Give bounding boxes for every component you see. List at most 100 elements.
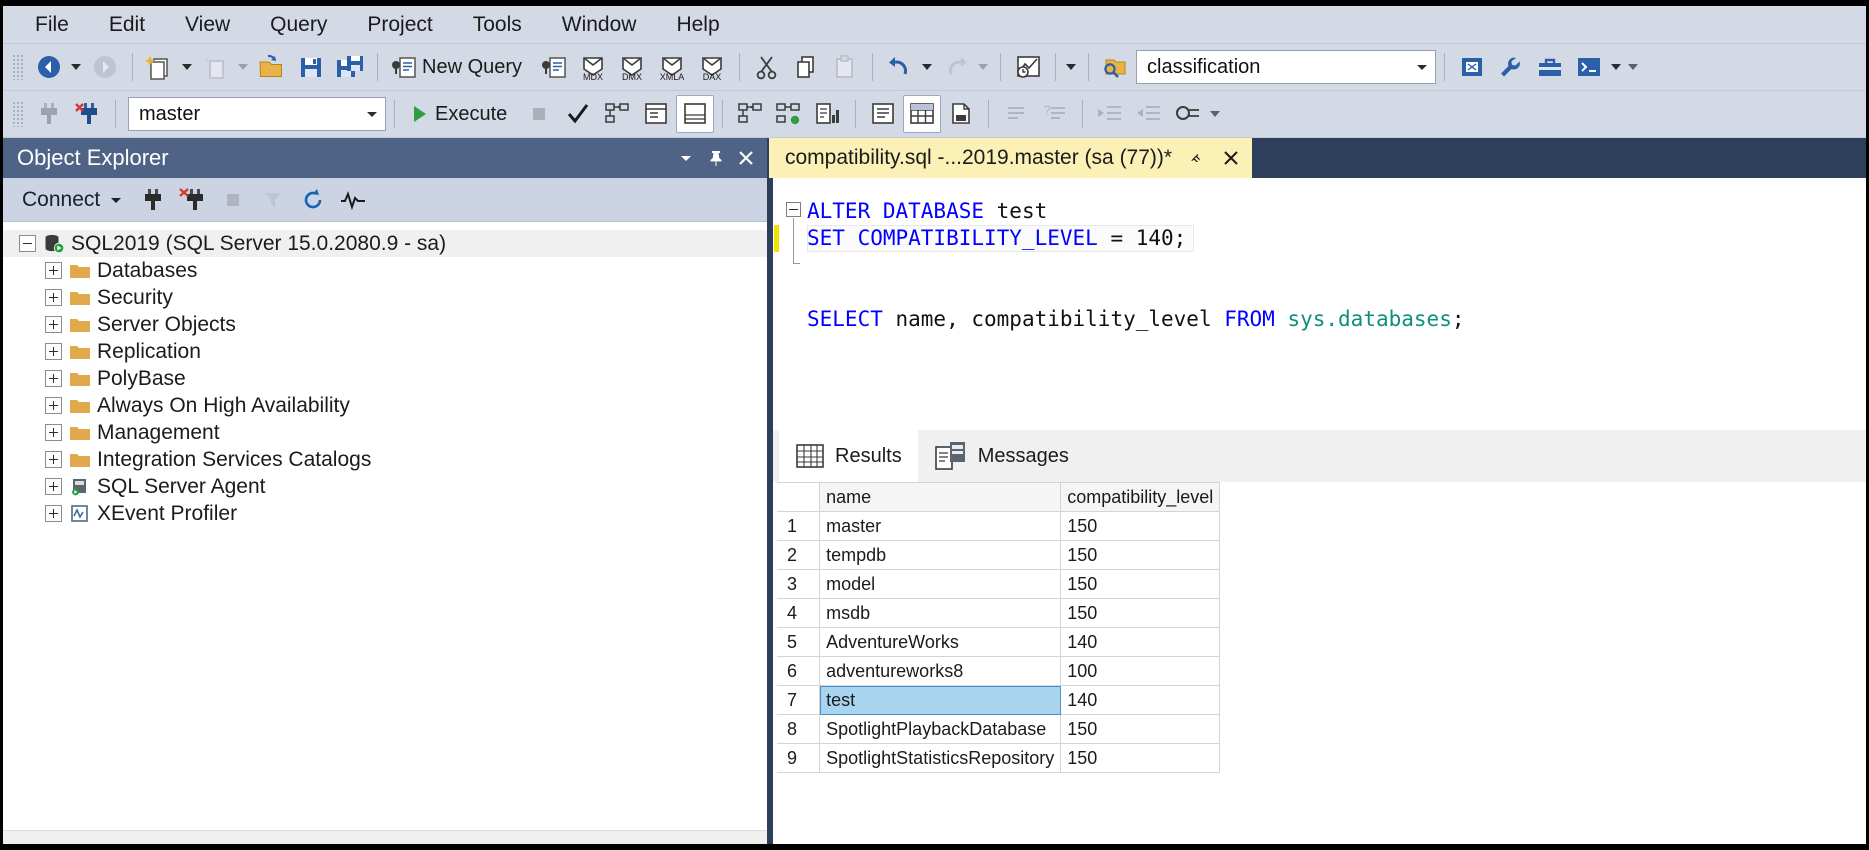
- undo-button[interactable]: [881, 48, 919, 86]
- cell-name[interactable]: AdventureWorks: [819, 627, 1062, 657]
- save-button[interactable]: [292, 48, 330, 86]
- menu-project[interactable]: Project: [347, 9, 452, 41]
- new-dmx-query-button[interactable]: DMX: [613, 48, 651, 86]
- tree-node-databases[interactable]: Databases: [3, 257, 767, 284]
- new-query-button[interactable]: New Query: [386, 48, 534, 86]
- table-row[interactable]: 9 SpotlightStatisticsRepository 150: [777, 743, 1866, 773]
- cell-compatibility-level[interactable]: 150: [1060, 714, 1221, 744]
- redo-dropdown-caret[interactable]: [978, 64, 989, 70]
- new-item-button[interactable]: [197, 48, 235, 86]
- expander-plus[interactable]: [45, 262, 62, 279]
- decrease-indent-button[interactable]: [1091, 95, 1129, 133]
- results-to-grid-toggle[interactable]: [676, 95, 715, 133]
- row-number-cell[interactable]: 9: [777, 743, 821, 773]
- object-explorer-hscrollbar[interactable]: [3, 830, 767, 844]
- include-live-query-stats-button[interactable]: [770, 95, 808, 133]
- toolbar-grip[interactable]: [12, 54, 24, 80]
- expander-minus[interactable]: [19, 235, 36, 252]
- undo-dropdown-caret[interactable]: [922, 64, 933, 70]
- cell-name[interactable]: test: [819, 685, 1062, 715]
- grid-corner-cell[interactable]: [777, 482, 821, 512]
- activity-monitor-button[interactable]: [1009, 48, 1047, 86]
- increase-indent-button[interactable]: [1130, 95, 1168, 133]
- parse-button[interactable]: [559, 95, 597, 133]
- tree-node-xevent-profiler[interactable]: XEvent Profiler: [3, 500, 767, 527]
- tree-node-sql-server-agent[interactable]: SQL Server Agent: [3, 473, 767, 500]
- expander-plus[interactable]: [45, 343, 62, 360]
- tree-node-always-on[interactable]: Always On High Availability: [3, 392, 767, 419]
- new-dax-query-button[interactable]: DAX: [693, 48, 731, 86]
- results-grid[interactable]: name compatibility_level 1 master 150 2 tempdb…: [773, 482, 1866, 844]
- table-row[interactable]: 8 SpotlightPlaybackDatabase 150: [777, 714, 1866, 744]
- uncomment-lines-button[interactable]: ?: [1036, 95, 1074, 133]
- expander-plus[interactable]: [45, 424, 62, 441]
- connect-button[interactable]: Connect: [15, 183, 131, 217]
- row-number-cell[interactable]: 5: [777, 627, 821, 657]
- cell-name[interactable]: model: [819, 569, 1062, 599]
- comment-lines-button[interactable]: [997, 95, 1035, 133]
- back-button[interactable]: [30, 48, 68, 86]
- new-project-caret[interactable]: [182, 64, 192, 70]
- tree-node-security[interactable]: Security: [3, 284, 767, 311]
- paste-button[interactable]: [826, 48, 864, 86]
- tree-node-server-objects[interactable]: Server Objects: [3, 311, 767, 338]
- connect-object-explorer-button[interactable]: [135, 183, 171, 217]
- fold-toggle[interactable]: [786, 202, 801, 217]
- search-input[interactable]: classification: [1137, 56, 1409, 79]
- open-file-button[interactable]: [253, 48, 291, 86]
- new-analysis-query-button[interactable]: [535, 48, 573, 86]
- cell-name[interactable]: tempdb: [819, 540, 1062, 570]
- database-value[interactable]: master: [129, 103, 359, 126]
- expander-plus[interactable]: [45, 316, 62, 333]
- expander-plus[interactable]: [45, 397, 62, 414]
- tab-results[interactable]: Results: [779, 430, 918, 482]
- editor-glyph-margin[interactable]: [779, 178, 807, 430]
- sql-tools-button-d[interactable]: [1570, 48, 1608, 86]
- row-number-cell[interactable]: 6: [777, 656, 821, 686]
- table-row[interactable]: 1 master 150: [777, 511, 1866, 541]
- cut-button[interactable]: [748, 48, 786, 86]
- stop-object-explorer-button[interactable]: [215, 183, 251, 217]
- row-number-cell[interactable]: 8: [777, 714, 821, 744]
- expander-plus[interactable]: [45, 451, 62, 468]
- disconnect-query-button[interactable]: [69, 95, 107, 133]
- table-row[interactable]: 7 test 140: [777, 685, 1866, 715]
- quick-launch-search-box[interactable]: classification: [1136, 50, 1437, 84]
- row-number-cell[interactable]: 4: [777, 598, 821, 628]
- menu-file[interactable]: File: [15, 9, 89, 41]
- cell-name[interactable]: adventureworks8: [819, 656, 1062, 686]
- sql-tools-caret[interactable]: [1611, 64, 1622, 70]
- new-xmla-query-button[interactable]: XMLA: [652, 48, 692, 86]
- sql-code[interactable]: ALTER DATABASE test SET COMPATIBILITY_LEV…: [807, 178, 1866, 430]
- cell-name[interactable]: msdb: [819, 598, 1062, 628]
- cell-compatibility-level[interactable]: 150: [1060, 598, 1221, 628]
- stop-button[interactable]: [520, 95, 558, 133]
- new-mdx-query-button[interactable]: MDX: [574, 48, 612, 86]
- disconnect-object-explorer-button[interactable]: [175, 183, 211, 217]
- editor-tab-close-button[interactable]: [1218, 145, 1244, 171]
- menu-window[interactable]: Window: [542, 9, 657, 41]
- specify-values-button[interactable]: [1169, 95, 1207, 133]
- cell-compatibility-level[interactable]: 150: [1060, 540, 1221, 570]
- table-row[interactable]: 3 model 150: [777, 569, 1866, 599]
- cell-compatibility-level[interactable]: 140: [1060, 627, 1221, 657]
- cell-compatibility-level[interactable]: 100: [1060, 656, 1221, 686]
- cell-compatibility-level[interactable]: 150: [1060, 511, 1221, 541]
- tree-node-polybase[interactable]: PolyBase: [3, 365, 767, 392]
- expander-plus[interactable]: [45, 505, 62, 522]
- new-project-button[interactable]: [141, 48, 179, 86]
- row-number-cell[interactable]: 2: [777, 540, 821, 570]
- object-explorer-dropdown-button[interactable]: [671, 143, 701, 173]
- query-toolbar-grip[interactable]: [12, 101, 24, 127]
- tree-node-server[interactable]: SQL2019 (SQL Server 15.0.2080.9 - sa): [3, 230, 767, 257]
- tree-node-management[interactable]: Management: [3, 419, 767, 446]
- cell-name[interactable]: SpotlightStatisticsRepository: [819, 743, 1062, 773]
- query-toolbar-overflow-caret[interactable]: [1210, 111, 1221, 117]
- column-header[interactable]: name: [819, 482, 1062, 512]
- menu-help[interactable]: Help: [656, 9, 739, 41]
- new-item-caret[interactable]: [238, 64, 248, 70]
- cell-compatibility-level[interactable]: 150: [1060, 743, 1221, 773]
- object-explorer-close-button[interactable]: [731, 143, 761, 173]
- column-header[interactable]: compatibility_level: [1060, 482, 1221, 512]
- save-all-button[interactable]: [331, 48, 369, 86]
